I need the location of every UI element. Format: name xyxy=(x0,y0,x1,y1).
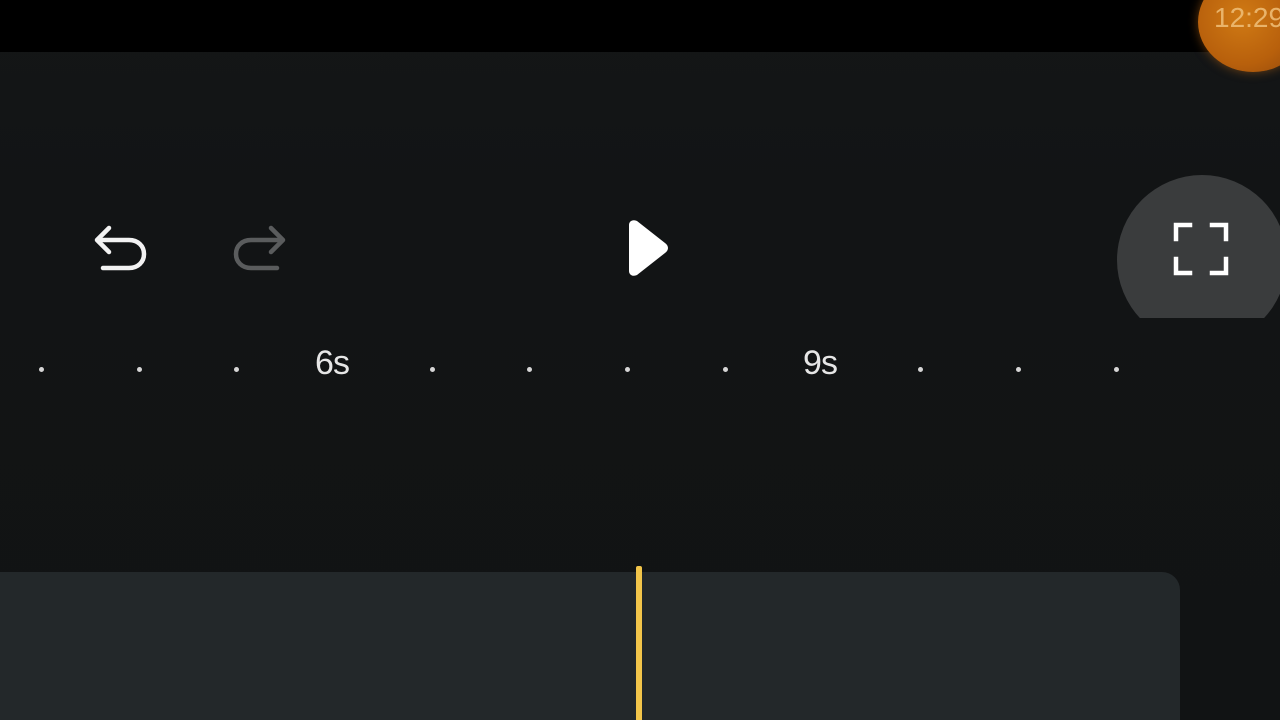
play-icon xyxy=(619,219,671,280)
redo-arrow-icon xyxy=(229,222,289,277)
ruler-tick xyxy=(624,367,630,372)
fullscreen-button[interactable] xyxy=(1117,175,1280,318)
ruler-tick xyxy=(526,367,532,372)
play-button[interactable] xyxy=(610,214,680,284)
fullscreen-button-container xyxy=(1100,170,1280,318)
ruler-tick xyxy=(136,367,142,372)
undo-arrow-icon xyxy=(91,222,151,277)
ruler-tick xyxy=(429,367,435,372)
clock-text: 12:29 xyxy=(1214,2,1280,33)
top-bar xyxy=(0,0,1280,52)
ruler-tick xyxy=(38,367,44,372)
ruler-tick xyxy=(917,367,923,372)
time-ruler[interactable]: 6s 9s xyxy=(0,330,1280,400)
timeline-track[interactable] xyxy=(0,572,1180,720)
ruler-tick xyxy=(1113,367,1119,372)
ruler-label-6s: 6s xyxy=(315,344,350,382)
undo-button[interactable] xyxy=(88,218,154,280)
video-editor-screen: 12:29 6s 9s xyxy=(0,0,1280,720)
ruler-tick xyxy=(233,367,239,372)
fullscreen-icon xyxy=(1172,221,1230,280)
ruler-tick xyxy=(722,367,728,372)
ruler-label-9s: 9s xyxy=(803,344,838,382)
ruler-tick xyxy=(1015,367,1021,372)
playhead[interactable] xyxy=(636,566,642,720)
redo-button[interactable] xyxy=(226,218,292,280)
